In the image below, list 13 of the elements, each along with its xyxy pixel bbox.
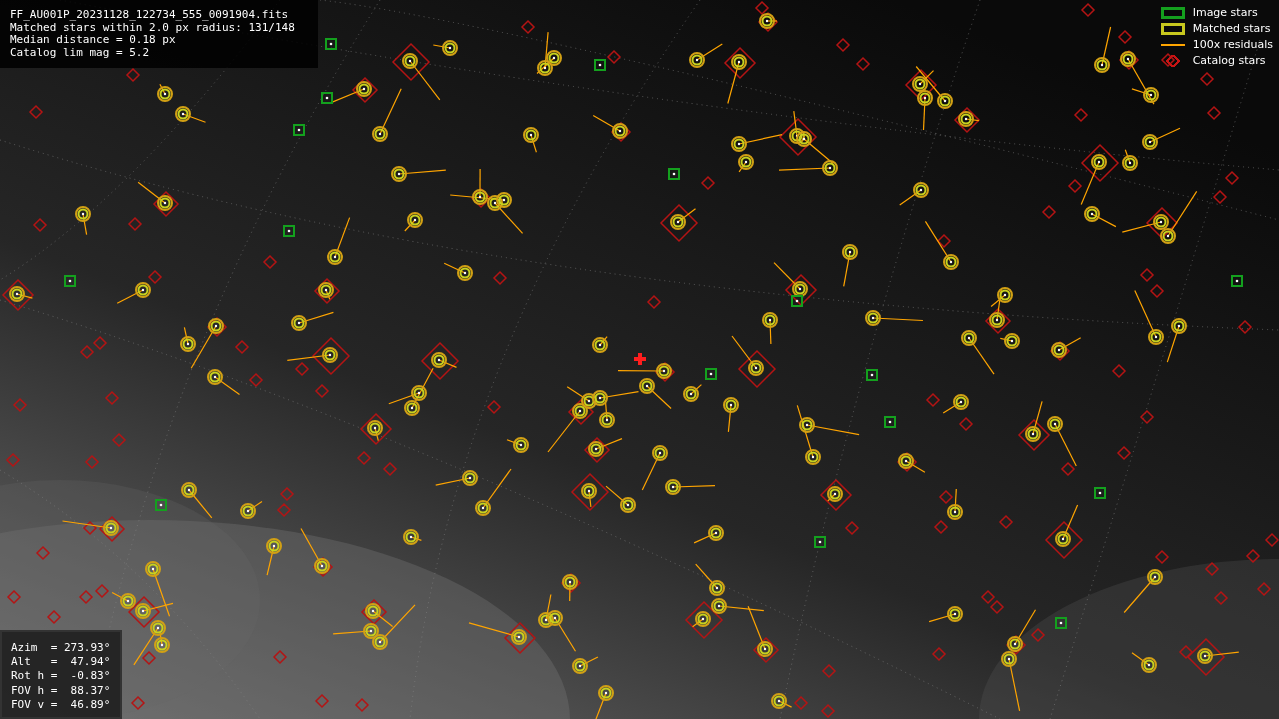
legend-label: Catalog stars <box>1192 54 1266 68</box>
info-text: FOV v = 46.89° <box>11 697 111 712</box>
info-text: Catalog lim mag = 5.2 <box>10 46 150 59</box>
info-text: Median distance = 0.18 px <box>10 34 176 47</box>
info-text: Rot h = -0.83° <box>11 669 111 684</box>
legend-label: Image stars <box>1192 6 1258 20</box>
legend-label: Matched stars <box>1192 22 1271 36</box>
legend-label: 100x residuals <box>1192 38 1273 52</box>
info-text: FOV h = 88.37° <box>11 683 111 698</box>
info-text: Matched stars within 2.0 px radius: 131/148 <box>10 21 295 34</box>
info-text: Alt = 47.94° <box>11 655 111 670</box>
info-text: FF_AU001P_20231128_122734_555_0091904.fits <box>10 9 289 22</box>
info-text: Azim = 273.93° <box>11 641 111 656</box>
